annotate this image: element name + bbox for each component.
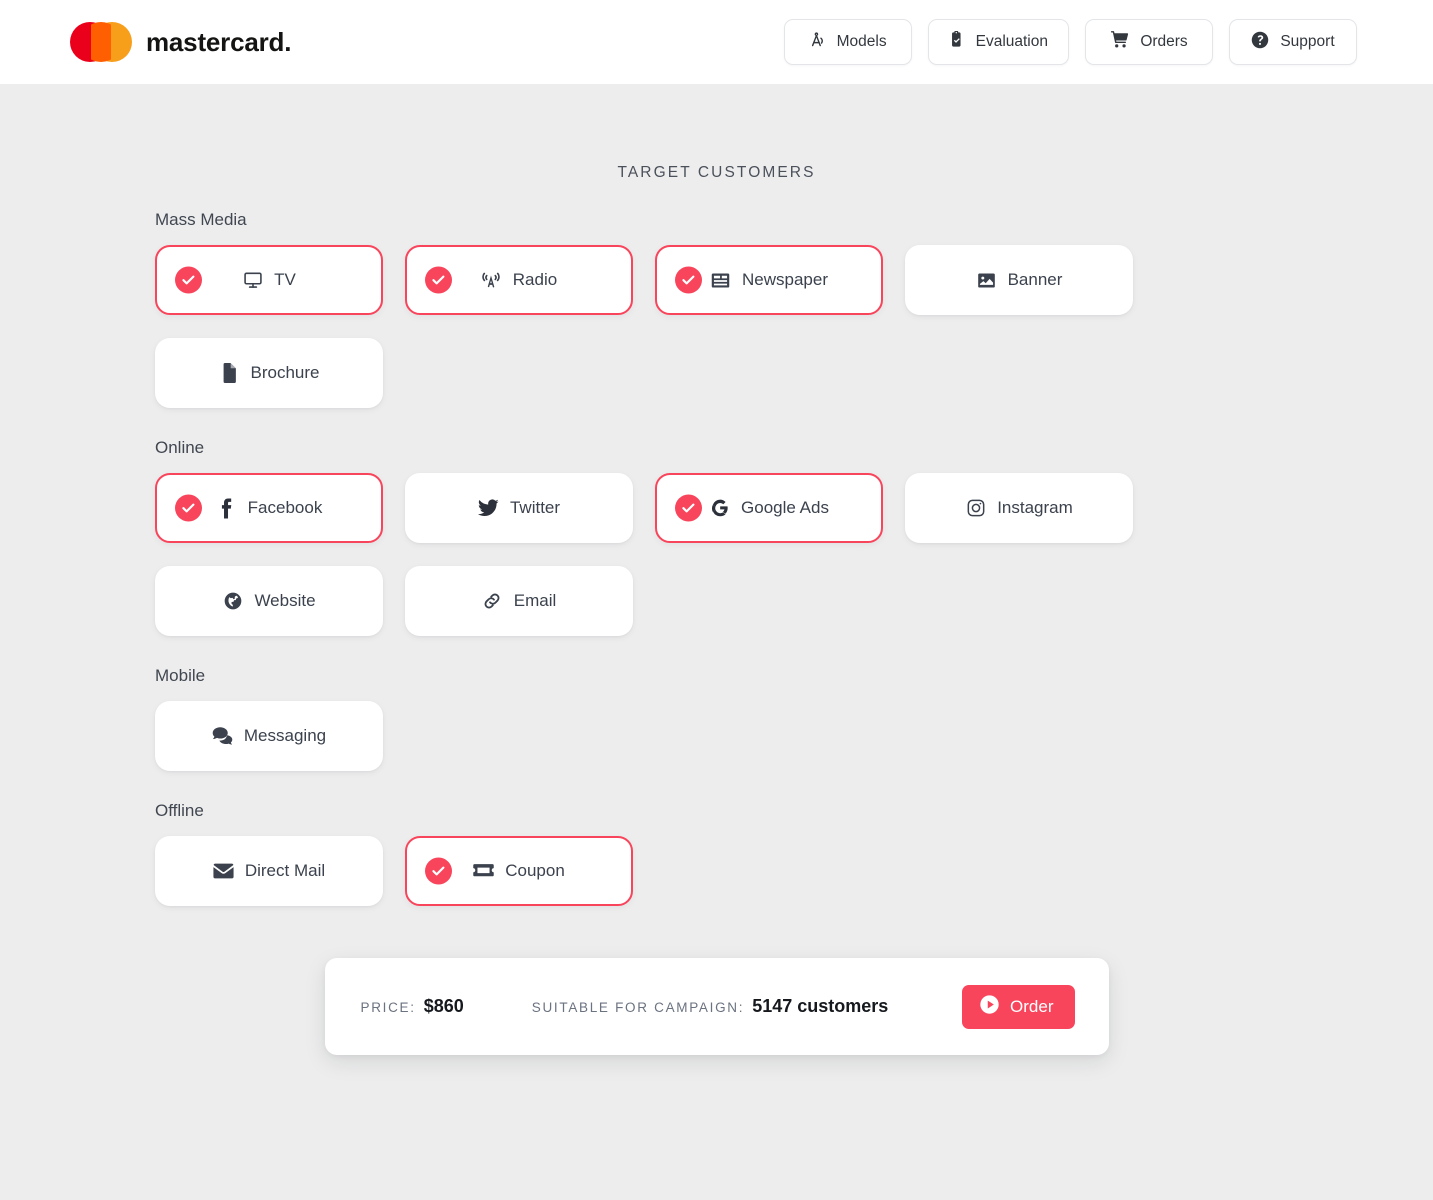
nav-label: Support [1280,33,1335,50]
summary-bar: PRICE: $860 SUITABLE FOR CAMPAIGN: 5147 … [324,958,1109,1055]
comments-icon [212,726,233,747]
envelope-icon [213,861,234,882]
channel-card-facebook[interactable]: Facebook [155,473,383,543]
ticket-icon [473,861,494,882]
card-label: Instagram [997,498,1073,517]
card-label: Messaging [243,726,327,745]
channel-card-coupon[interactable]: Coupon [405,836,633,906]
card-label: Website [254,591,316,610]
channel-card-direct-mail[interactable]: Direct Mail [155,836,383,906]
channel-card-website[interactable]: Website [155,566,383,636]
card-label: Brochure [250,363,320,382]
card-label: Direct Mail [244,861,326,880]
card-grid-online: Facebook Twitter Google Ads Instagram We… [155,473,1160,636]
channel-card-banner[interactable]: Banner [905,245,1133,315]
tv-icon [242,270,263,291]
nav-label: Models [836,33,887,50]
brand-logo: mastercard. [70,22,291,62]
link-icon [482,591,503,612]
channel-card-email[interactable]: Email [405,566,633,636]
price-label: PRICE: [360,1000,416,1015]
section-label-mass-media: Mass Media [155,210,247,229]
nav-button-models[interactable]: Models [783,19,912,65]
channel-card-google-ads[interactable]: Google Ads [655,473,883,543]
nav-label: Evaluation [975,33,1048,50]
audience-value: 5147 customers [752,996,889,1016]
main-nav: Models Evaluation Orders Support [783,19,1357,65]
order-button[interactable]: Order [962,984,1075,1029]
channel-card-brochure[interactable]: Brochure [155,338,383,408]
section-label-mobile: Mobile [155,666,206,685]
card-label: Radio [512,270,558,289]
google-icon [709,498,730,519]
page-title: TARGET CUSTOMERS [617,164,816,181]
broadcast-tower-icon [481,270,502,291]
nav-button-evaluation[interactable]: Evaluation [927,19,1069,65]
check-circle-icon [675,266,702,294]
channel-sections: Mass Media TV Radio Newspaper Banner Bro… [0,210,1433,906]
brand-name: mastercard. [146,26,292,57]
section-label-online: Online [155,438,205,457]
check-circle-icon [425,266,452,294]
globe-icon [222,591,243,612]
shopping-cart-icon [1110,31,1129,53]
section-label-offline: Offline [155,801,204,820]
check-circle-icon [425,857,452,885]
card-label: Twitter [509,498,561,517]
price-group: PRICE: $860 [361,996,464,1017]
nav-button-support[interactable]: Support [1229,19,1357,65]
audience-group: SUITABLE FOR CAMPAIGN: 5147 customers [532,996,889,1017]
check-circle-icon [175,266,202,294]
file-icon [219,363,240,384]
price-value: $860 [423,996,464,1016]
card-grid-mass-media: TV Radio Newspaper Banner Brochure [155,245,1160,408]
check-circle-icon [675,494,702,522]
clipboard-check-icon [949,30,965,53]
channel-card-tv[interactable]: TV [155,245,383,315]
facebook-icon [216,497,237,519]
channel-card-instagram[interactable]: Instagram [905,473,1133,543]
card-label: Coupon [505,861,565,880]
app-header: mastercard. Models Evaluation Orders Sup… [0,0,1433,84]
instagram-icon [965,498,986,519]
channel-card-twitter[interactable]: Twitter [405,473,633,543]
twitter-icon [477,498,499,519]
card-label: Google Ads [741,498,829,517]
channel-card-newspaper[interactable]: Newspaper [655,245,883,315]
card-grid-offline: Direct Mail Coupon [155,836,1160,906]
order-button-label: Order [1010,996,1054,1016]
card-grid-mobile: Messaging [155,701,1160,771]
check-circle-icon [175,494,202,522]
main-content: TARGET CUSTOMERS Mass Media TV Radio New… [0,164,1433,1055]
question-circle-icon [1251,31,1269,54]
summary-bar-wrapper: PRICE: $860 SUITABLE FOR CAMPAIGN: 5147 … [0,958,1433,1055]
mastercard-mark-icon [70,22,132,62]
card-label: TV [274,270,296,289]
newspaper-icon [710,270,731,291]
image-icon [976,270,997,291]
nav-label: Orders [1140,33,1188,50]
card-label: Email [513,591,557,610]
drafting-compass-icon [809,31,826,53]
audience-label: SUITABLE FOR CAMPAIGN: [531,1000,745,1015]
card-label: Banner [1007,270,1063,289]
card-label: Facebook [247,498,323,517]
nav-button-orders[interactable]: Orders [1085,19,1213,65]
play-circle-icon [979,994,1000,1020]
channel-card-radio[interactable]: Radio [405,245,633,315]
card-label: Newspaper [742,270,828,289]
channel-card-messaging[interactable]: Messaging [155,701,383,771]
